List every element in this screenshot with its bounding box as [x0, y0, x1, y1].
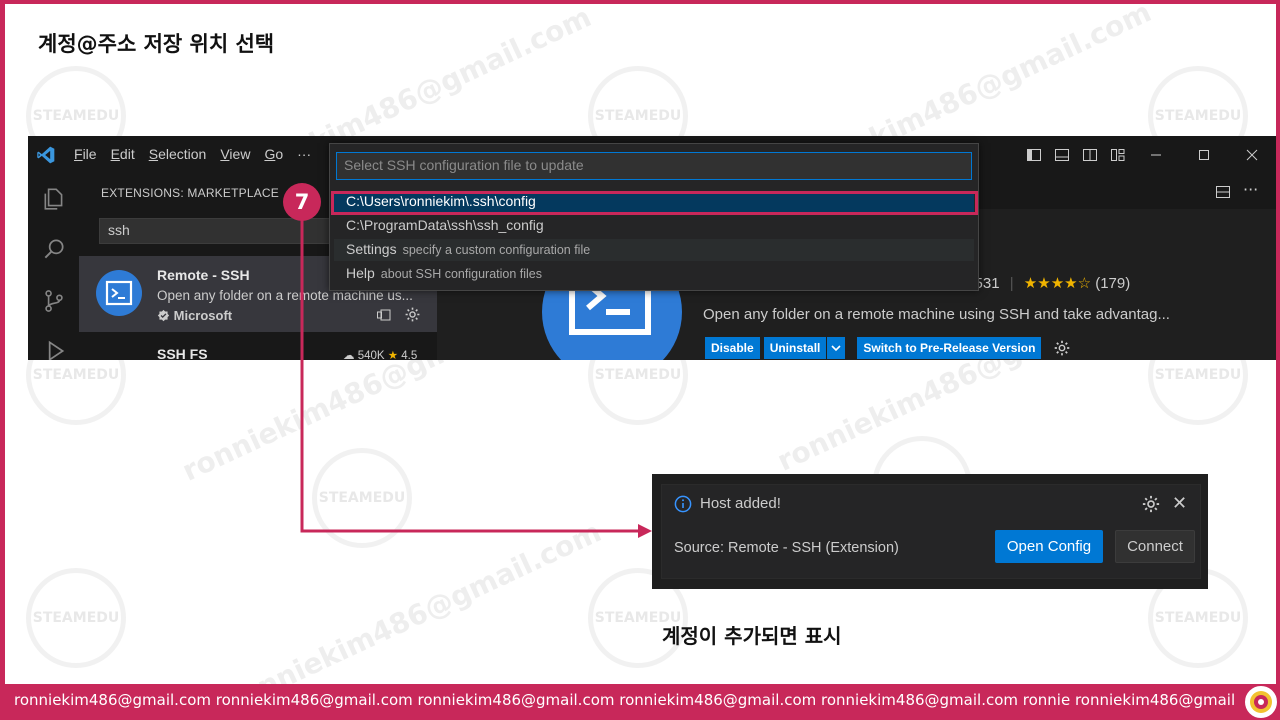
slide-caption: 계정이 추가되면 표시 — [662, 624, 842, 648]
extension-stats-ssh-fs: ☁ 540K ★ 4.5 — [343, 350, 418, 360]
quick-pick-item-settings[interactable]: Settings specify a custom configuration f… — [334, 239, 974, 261]
toggle-panel-icon[interactable] — [1048, 136, 1076, 174]
layout-controls — [1020, 136, 1276, 174]
notification-title: Host added! — [700, 495, 781, 512]
uninstall-dropdown-icon[interactable] — [827, 337, 846, 359]
menu-bar: File Edit Selection View Go ··· — [74, 146, 325, 162]
slide-title: 계정@주소 저장 위치 선택 — [38, 32, 275, 56]
info-icon — [674, 495, 692, 513]
verified-badge-icon — [157, 309, 170, 322]
quick-pick-item-help[interactable]: Help about SSH configuration files — [334, 263, 974, 285]
open-config-button[interactable]: Open Config — [995, 530, 1103, 563]
extension-name-ssh-fs[interactable]: SSH FS — [157, 346, 208, 360]
menu-more[interactable]: ··· — [297, 146, 311, 162]
minimize-icon[interactable] — [1132, 136, 1180, 174]
remote-window-icon[interactable] — [376, 307, 392, 323]
watermark-logo: STEAMEDU — [312, 448, 412, 548]
menu-view[interactable]: View — [220, 146, 250, 162]
frame-left-border — [0, 0, 5, 720]
toggle-secondary-sidebar-icon[interactable] — [1076, 136, 1104, 174]
menu-edit[interactable]: Edit — [111, 146, 135, 162]
customize-layout-icon[interactable] — [1104, 136, 1132, 174]
search-icon[interactable] — [41, 236, 67, 262]
notification-settings-gear-icon[interactable] — [1141, 494, 1161, 514]
extension-name: Remote - SSH — [157, 267, 250, 283]
download-cloud-icon: ☁ — [343, 350, 355, 360]
more-actions-icon[interactable]: ··· — [1243, 180, 1258, 199]
split-editor-icon[interactable] — [1215, 184, 1231, 200]
menu-selection[interactable]: Selection — [149, 146, 207, 162]
extension-action-buttons: Disable Uninstall Switch to Pre-Release … — [705, 337, 1071, 359]
toggle-primary-sidebar-icon[interactable] — [1020, 136, 1048, 174]
steamedu-logo-icon — [1243, 684, 1279, 720]
extension-full-description: Open any folder on a remote machine usin… — [703, 306, 1170, 323]
uninstall-button[interactable]: Uninstall — [763, 337, 827, 359]
manage-gear-icon[interactable] — [404, 306, 421, 323]
menu-go[interactable]: Go — [264, 146, 283, 162]
ssh-config-quick-pick: Select SSH configuration file to update … — [329, 143, 979, 291]
switch-prerelease-button[interactable]: Switch to Pre-Release Version — [857, 337, 1042, 359]
extension-settings-gear-icon[interactable] — [1053, 339, 1071, 357]
frame-right-border — [1276, 0, 1280, 720]
vscode-logo-icon — [37, 146, 55, 164]
step-number-badge: 7 — [283, 183, 321, 221]
highlight-box — [331, 191, 978, 215]
rating-stars-icon: ★★★★☆ — [1023, 275, 1092, 292]
run-debug-icon[interactable] — [41, 338, 67, 360]
extension-install-stats: 7,531 | ★★★★☆ (179) — [962, 275, 1131, 292]
quick-pick-input[interactable]: Select SSH configuration file to update — [336, 152, 972, 180]
close-window-icon[interactable] — [1228, 136, 1276, 174]
footer-email-text: ronniekim486@gmail.com ronniekim486@gmai… — [14, 691, 1234, 709]
notification-close-icon[interactable]: ✕ — [1172, 493, 1187, 514]
notification-source: Source: Remote - SSH (Extension) — [674, 540, 899, 556]
activity-bar — [28, 174, 79, 360]
extension-publisher: Microsoft — [157, 308, 232, 323]
explorer-icon[interactable] — [41, 186, 67, 212]
maximize-icon[interactable] — [1180, 136, 1228, 174]
watermark-logo: STEAMEDU — [26, 568, 126, 668]
sidebar-title: EXTENSIONS: MARKETPLACE — [101, 186, 279, 200]
footer-bar: ronniekim486@gmail.com ronniekim486@gmai… — [0, 684, 1280, 720]
disable-button[interactable]: Disable — [705, 337, 760, 359]
remote-ssh-icon — [96, 270, 142, 316]
star-icon: ★ — [387, 350, 399, 360]
menu-file[interactable]: File — [74, 146, 97, 162]
notification-area: Host added! ✕ Source: Remote - SSH (Exte… — [652, 474, 1208, 589]
source-control-icon[interactable] — [41, 288, 67, 314]
frame-top-border — [0, 0, 1280, 4]
connect-button[interactable]: Connect — [1115, 530, 1195, 563]
host-added-notification: Host added! ✕ Source: Remote - SSH (Exte… — [661, 484, 1201, 579]
quick-pick-item-programdata-config[interactable]: C:\ProgramData\ssh\ssh_config — [334, 215, 974, 237]
